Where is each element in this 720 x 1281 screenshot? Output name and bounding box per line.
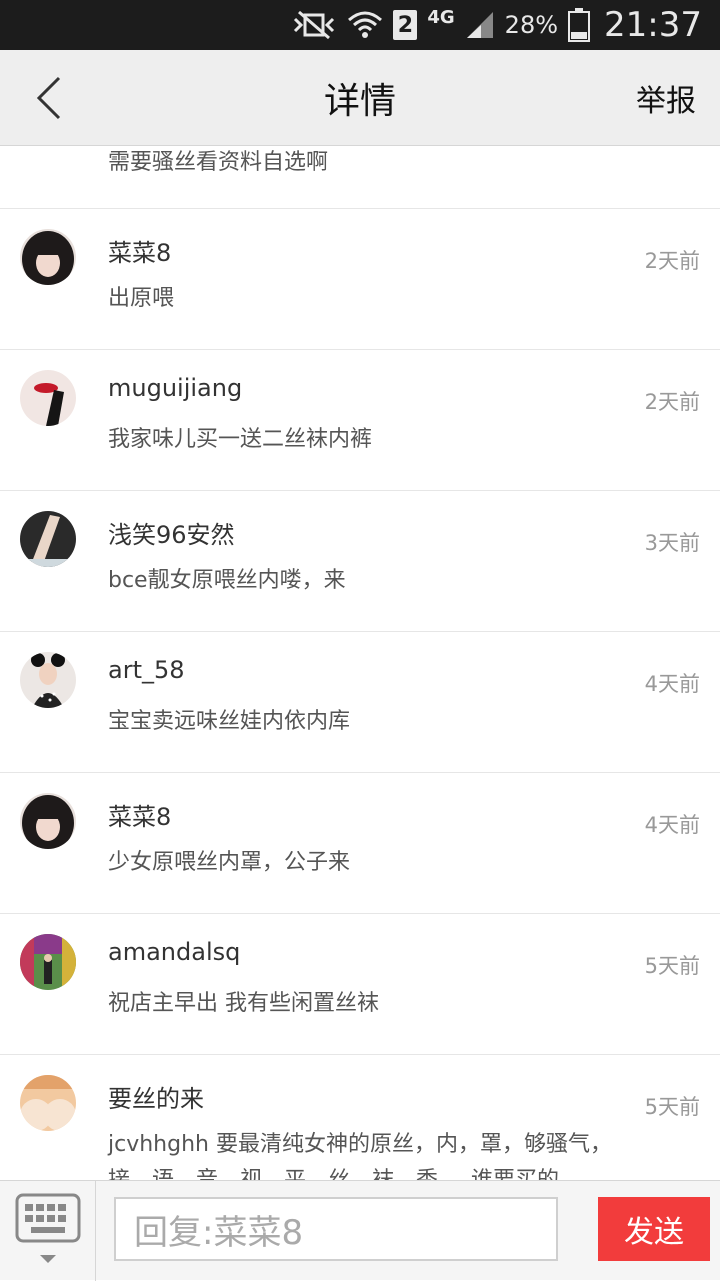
reply-input[interactable]: 回复:菜菜8: [114, 1197, 558, 1261]
header-bar: 详情 举报: [0, 50, 720, 146]
avatar[interactable]: [20, 934, 76, 990]
signal-icon: [465, 10, 495, 40]
keyboard-icon: [15, 1193, 80, 1263]
list-item[interactable]: art_58 宝宝卖远味丝娃内依内库 4天前: [0, 632, 720, 773]
battery-percent: 28%: [504, 11, 559, 39]
comment-list[interactable]: 需要骚丝看资料自选啊 菜菜8 出原喂 2天前 muguijiang 我家味儿买一…: [0, 146, 720, 1180]
timestamp: 4天前: [644, 672, 700, 696]
timestamp: 5天前: [644, 1095, 700, 1119]
send-button[interactable]: 发送: [598, 1197, 710, 1261]
list-item[interactable]: 菜菜8 少女原喂丝内罩，公子来 4天前: [0, 773, 720, 914]
username[interactable]: art_58: [108, 656, 185, 684]
clock: 21:37: [604, 5, 702, 45]
list-item[interactable]: 要丝的来 jcvhhghh 要最清纯女神的原丝，内，罩，够骚气，接，语，音，视，…: [0, 1055, 720, 1180]
comment-text: 出原喂: [108, 286, 175, 311]
keyboard-toggle-button[interactable]: [0, 1181, 96, 1281]
list-item[interactable]: amandalsq 祝店主早出 我有些闲置丝袜 5天前: [0, 914, 720, 1055]
partial-message: 需要骚丝看资料自选啊: [108, 150, 329, 175]
username[interactable]: 菜菜8: [108, 233, 171, 268]
timestamp: 3天前: [644, 531, 700, 555]
username[interactable]: muguijiang: [108, 374, 242, 402]
comment-text: jcvhhghh 要最清纯女神的原丝，内，罩，够骚气，接，语，音，视，平，丝，袜…: [108, 1132, 612, 1180]
avatar[interactable]: [20, 793, 76, 849]
avatar[interactable]: [20, 370, 76, 426]
username[interactable]: 要丝的来: [108, 1079, 204, 1114]
reply-bar: 回复:菜菜8 发送: [0, 1180, 720, 1281]
avatar[interactable]: [20, 511, 76, 567]
vibrate-mute-icon: [291, 10, 337, 40]
avatar[interactable]: [20, 1075, 76, 1131]
username[interactable]: 浅笑96安然: [108, 515, 235, 550]
sim-slot-badge: 2: [393, 10, 418, 40]
timestamp: 4天前: [644, 813, 700, 837]
list-item[interactable]: 浅笑96安然 bce靓女原喂丝内喽，来 3天前: [0, 491, 720, 632]
avatar[interactable]: [20, 229, 76, 285]
timestamp: 2天前: [644, 249, 700, 273]
network-type: 4G: [427, 6, 455, 28]
comment-text: bce靓女原喂丝内喽，来: [108, 568, 346, 593]
page-title: 详情: [323, 81, 396, 122]
status-bar: 2 4G 28% 21:37: [0, 0, 720, 50]
avatar[interactable]: [20, 652, 76, 708]
comment-text: 祝店主早出 我有些闲置丝袜: [108, 991, 379, 1016]
report-button[interactable]: 举报: [636, 50, 696, 146]
timestamp: 5天前: [644, 954, 700, 978]
battery-icon: [568, 8, 591, 42]
timestamp: 2天前: [644, 390, 700, 414]
comment-text: 宝宝卖远味丝娃内依内库: [108, 709, 351, 734]
list-item[interactable]: muguijiang 我家味儿买一送二丝袜内裤 2天前: [0, 350, 720, 491]
wifi-icon: [347, 10, 383, 40]
comment-text: 我家味儿买一送二丝袜内裤: [108, 427, 373, 452]
comment-text: 少女原喂丝内罩，公子来: [108, 850, 351, 875]
list-item[interactable]: 菜菜8 出原喂 2天前: [0, 209, 720, 350]
username[interactable]: 菜菜8: [108, 797, 171, 832]
username[interactable]: amandalsq: [108, 938, 240, 966]
